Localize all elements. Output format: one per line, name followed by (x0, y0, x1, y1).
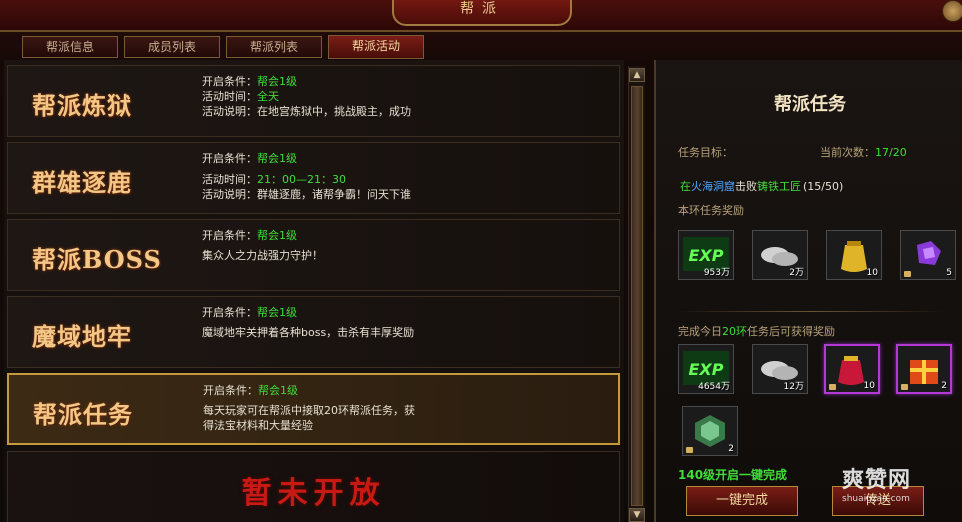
section-divider (676, 311, 944, 312)
svg-text:EXP: EXP (689, 360, 724, 379)
scroll-down-arrow-icon[interactable]: ▼ (629, 508, 645, 522)
activity-list: 帮派炼狱 开启条件：帮会1级 活动时间：全天 活动说明：在地宫炼狱中，挑战殿主，… (4, 60, 624, 522)
cond-value: 帮会1级 (257, 152, 297, 165)
activity-info: 开启条件：帮会1级 活动时间：全天 活动说明：在地宫炼狱中，挑战殿主，成功 (202, 74, 411, 119)
watermark-sub: shuaigzan.com (842, 494, 910, 504)
desc-label: 活动说明： (202, 105, 257, 118)
activity-info: 开启条件：帮会1级 集众人之力战强力守护！ (202, 228, 323, 263)
activity-name: 帮派BOSS (32, 245, 162, 274)
lock-icon (686, 447, 693, 453)
cond-value: 帮会1级 (257, 306, 297, 319)
one-click-note: 140级开启一键完成 (678, 468, 788, 482)
target-progress: (15/50) (803, 180, 844, 193)
task-panel-title: 帮派任务 (774, 94, 846, 115)
one-click-complete-button[interactable]: 一键完成 (686, 486, 798, 516)
activity-scrollbar[interactable]: ▲ ▼ (628, 66, 645, 522)
daily-reward-jade-token-icon[interactable]: 2 (682, 406, 738, 456)
daily-prefix: 完成今日 (678, 325, 722, 338)
reward-count: 2 (728, 444, 734, 454)
activity-name: 帮派任务 (33, 400, 133, 429)
daily-reward-silver-icon[interactable]: 12万 (752, 344, 808, 394)
tab-member-list[interactable]: 成员列表 (124, 36, 220, 58)
time-label: 活动时间： (202, 173, 257, 186)
target-prefix: 在 (680, 180, 691, 193)
desc-value: 群雄逐鹿，诸帮争霸！问天下谁 (257, 188, 411, 201)
desc-value: 在地宫炼狱中，挑战殿主，成功 (257, 105, 411, 118)
cond-label: 开启条件： (202, 152, 257, 165)
reward-count: 4654万 (698, 382, 730, 392)
target-mid: 击败 (735, 180, 757, 193)
lock-icon (904, 271, 911, 277)
activity-name: 帮派炼狱 (32, 91, 132, 120)
tab-guild-list[interactable]: 帮派列表 (226, 36, 322, 58)
svg-text:EXP: EXP (689, 246, 724, 265)
cond-value: 帮会1级 (257, 75, 297, 88)
watermark-logo: 爽赞网 shuaigzan.com (842, 462, 911, 504)
reward-exp-icon[interactable]: EXP 953万 (678, 230, 734, 280)
window-title: 帮派 (392, 0, 572, 26)
tab-guild-activity[interactable]: 帮派活动 (328, 35, 424, 59)
daily-reward-gift-box-icon[interactable]: 2 (896, 344, 952, 394)
activity-item-locked: 暂未开放 (7, 451, 620, 522)
reward-purple-gem-icon[interactable]: 5 (900, 230, 956, 280)
reward-count: 2 (941, 381, 947, 391)
cond-value: 帮会1级 (257, 229, 297, 242)
game-window: 帮派 帮派信息 成员列表 帮派列表 帮派活动 帮派炼狱 开启条件：帮会1级 活动… (0, 0, 962, 522)
daily-reward-label: 完成今日20环任务后可获得奖励 (678, 323, 835, 339)
task-count: 当前次数：17/20 (820, 144, 907, 160)
daily-reward-exp-icon[interactable]: EXP 4654万 (678, 344, 734, 394)
scroll-thumb[interactable] (631, 86, 643, 506)
cond-label: 开启条件： (202, 75, 257, 88)
lock-icon (829, 384, 836, 390)
cond-label: 开启条件： (203, 384, 258, 397)
task-target-line: 在火海洞窟击败铸铁工匠 (15/50) (680, 178, 843, 194)
daily-suffix: 任务后可获得奖励 (747, 325, 835, 338)
tab-guild-info[interactable]: 帮派信息 (22, 36, 118, 58)
desc-value: 集众人之力战强力守护！ (202, 249, 323, 262)
reward-count: 5 (946, 268, 952, 278)
reward-gold-pouch-icon[interactable]: 10 (826, 230, 882, 280)
task-count-value: 17/20 (875, 146, 907, 159)
desc-value: 魔域地牢关押着各种boss，击杀有丰厚奖励 (202, 326, 415, 339)
scroll-up-arrow-icon[interactable]: ▲ (629, 68, 645, 82)
lock-icon (901, 384, 908, 390)
reward-count: 2万 (789, 268, 804, 278)
task-panel: 帮派任务 任务目标： 当前次数：17/20 在火海洞窟击败铸铁工匠 (15/50)… (654, 60, 962, 522)
time-value: 21：00—21：30 (257, 173, 346, 186)
desc-line-1: 每天玩家可在帮派中接取20环帮派任务，获 (203, 404, 415, 417)
watermark-main: 爽赞网 (842, 468, 912, 493)
activity-item-contest[interactable]: 群雄逐鹿 开启条件：帮会1级 活动时间：21：00—21：30 活动说明：群雄逐… (7, 142, 620, 214)
daily-highlight: 20环 (722, 325, 747, 338)
time-value: 全天 (257, 90, 279, 103)
cond-value: 帮会1级 (258, 384, 298, 397)
activity-item-purgatory[interactable]: 帮派炼狱 开启条件：帮会1级 活动时间：全天 活动说明：在地宫炼狱中，挑战殿主，… (7, 65, 620, 137)
activity-info: 开启条件：帮会1级 魔域地牢关押着各种boss，击杀有丰厚奖励 (202, 305, 414, 340)
reward-count: 12万 (783, 382, 804, 392)
time-label: 活动时间： (202, 90, 257, 103)
activity-item-guild-task[interactable]: 帮派任务 开启条件：帮会1级 每天玩家可在帮派中接取20环帮派任务，获 得法宝材… (7, 373, 620, 445)
task-target-label: 任务目标： (678, 146, 733, 159)
desc-label: 活动说明： (202, 188, 257, 201)
cond-label: 开启条件： (202, 229, 257, 242)
reward-silver-icon[interactable]: 2万 (752, 230, 808, 280)
desc-line-2: 得法宝材料和大量经验 (203, 419, 313, 432)
activity-item-dungeon[interactable]: 魔域地牢 开启条件：帮会1级 魔域地牢关押着各种boss，击杀有丰厚奖励 (7, 296, 620, 368)
reward-count: 10 (866, 268, 878, 278)
activity-info: 开启条件：帮会1级 活动时间：21：00—21：30 活动说明：群雄逐鹿，诸帮争… (202, 151, 411, 202)
target-place-link[interactable]: 火海洞窟 (691, 180, 735, 193)
close-button[interactable] (942, 0, 962, 22)
daily-reward-red-pouch-icon[interactable]: 10 (824, 344, 880, 394)
activity-info: 开启条件：帮会1级 每天玩家可在帮派中接取20环帮派任务，获 得法宝材料和大量经… (203, 383, 415, 433)
task-count-label: 当前次数： (820, 146, 875, 159)
activity-name: 魔域地牢 (32, 322, 132, 351)
activity-item-boss[interactable]: 帮派BOSS 开启条件：帮会1级 集众人之力战强力守护！ (7, 219, 620, 291)
ring-reward-label: 本环任务奖励 (678, 204, 744, 217)
cond-label: 开启条件： (202, 306, 257, 319)
reward-count: 953万 (703, 268, 730, 278)
target-monster-link[interactable]: 铸铁工匠 (757, 180, 801, 193)
reward-count: 10 (863, 381, 875, 391)
activity-name: 群雄逐鹿 (32, 168, 132, 197)
locked-label: 暂未开放 (241, 476, 386, 511)
